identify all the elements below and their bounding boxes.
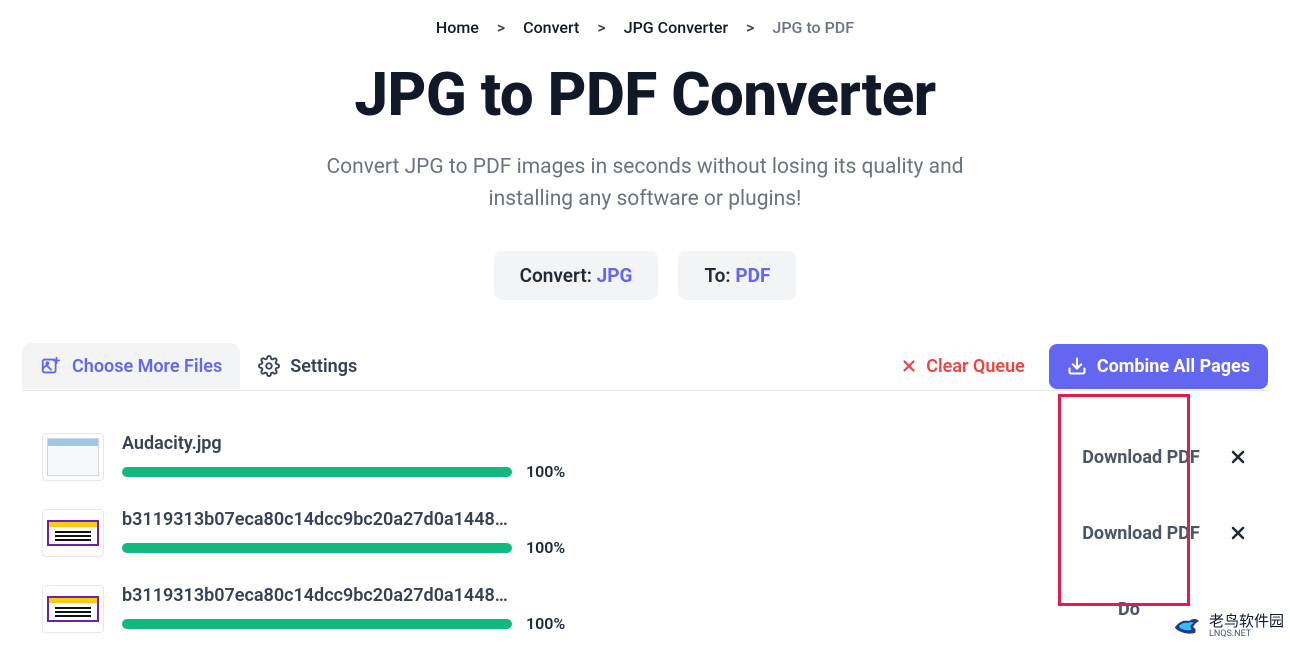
breadcrumb: Home > Convert > JPG Converter > JPG to … bbox=[0, 18, 1290, 37]
progress-bar bbox=[122, 619, 512, 629]
tab-settings[interactable]: Settings bbox=[240, 343, 375, 389]
tab-choose-files[interactable]: Choose More Files bbox=[22, 343, 240, 389]
toolbar: Choose More Files Settings Clear Queue C… bbox=[22, 342, 1268, 390]
download-icon bbox=[1067, 356, 1087, 376]
file-name: b3119313b07eca80c14dcc9bc20a27d0a144833.… bbox=[122, 585, 512, 606]
progress-bar bbox=[122, 543, 512, 553]
download-pdf-button[interactable]: Download PDF bbox=[1076, 447, 1206, 468]
convert-from-pill[interactable]: Convert: JPG bbox=[494, 251, 659, 300]
bird-icon bbox=[1173, 613, 1201, 637]
convert-from-link[interactable]: JPG bbox=[597, 264, 633, 287]
watermark: 老鸟软件园 LNQS.NET bbox=[1173, 610, 1284, 639]
file-row: b3119313b07eca80c14dcc9bc20a27d0a144833.… bbox=[22, 495, 1268, 571]
page-title: JPG to PDF Converter bbox=[0, 59, 1290, 130]
remove-file-button[interactable] bbox=[1228, 523, 1248, 543]
close-icon bbox=[1228, 523, 1248, 543]
clear-queue-button[interactable]: Clear Queue bbox=[900, 356, 1025, 377]
breadcrumb-jpg-converter[interactable]: JPG Converter bbox=[624, 18, 728, 37]
file-name: b3119313b07eca80c14dcc9bc20a27d0a144833.… bbox=[122, 509, 512, 530]
add-image-icon bbox=[40, 355, 62, 377]
close-icon bbox=[1228, 447, 1248, 467]
breadcrumb-home[interactable]: Home bbox=[436, 18, 479, 37]
page-subtitle: Convert JPG to PDF images in seconds wit… bbox=[0, 152, 1290, 215]
breadcrumb-current: JPG to PDF bbox=[772, 18, 854, 37]
remove-file-button[interactable] bbox=[1228, 447, 1248, 467]
combine-all-pages-button[interactable]: Combine All Pages bbox=[1049, 344, 1268, 389]
file-row: Audacity.jpg 100% Download PDF bbox=[22, 419, 1268, 495]
chevron-right-icon: > bbox=[746, 18, 754, 37]
file-row: b3119313b07eca80c14dcc9bc20a27d0a144833.… bbox=[22, 571, 1268, 647]
convert-to-link[interactable]: PDF bbox=[735, 264, 770, 287]
progress-bar bbox=[122, 467, 512, 477]
progress-percent: 100% bbox=[526, 614, 565, 633]
convert-to-pill[interactable]: To: PDF bbox=[678, 251, 796, 300]
download-pdf-button[interactable]: Download PDF bbox=[1076, 523, 1206, 544]
progress-percent: 100% bbox=[526, 462, 565, 481]
progress-percent: 100% bbox=[526, 538, 565, 557]
chevron-right-icon: > bbox=[497, 18, 505, 37]
gear-icon bbox=[258, 355, 280, 377]
chevron-right-icon: > bbox=[597, 18, 605, 37]
breadcrumb-convert[interactable]: Convert bbox=[523, 18, 579, 37]
file-thumbnail bbox=[42, 585, 104, 633]
file-list: Audacity.jpg 100% Download PDF b3119313b… bbox=[22, 390, 1268, 647]
file-thumbnail bbox=[42, 433, 104, 481]
file-thumbnail bbox=[42, 509, 104, 557]
file-name: Audacity.jpg bbox=[122, 433, 512, 454]
close-icon bbox=[900, 357, 918, 375]
